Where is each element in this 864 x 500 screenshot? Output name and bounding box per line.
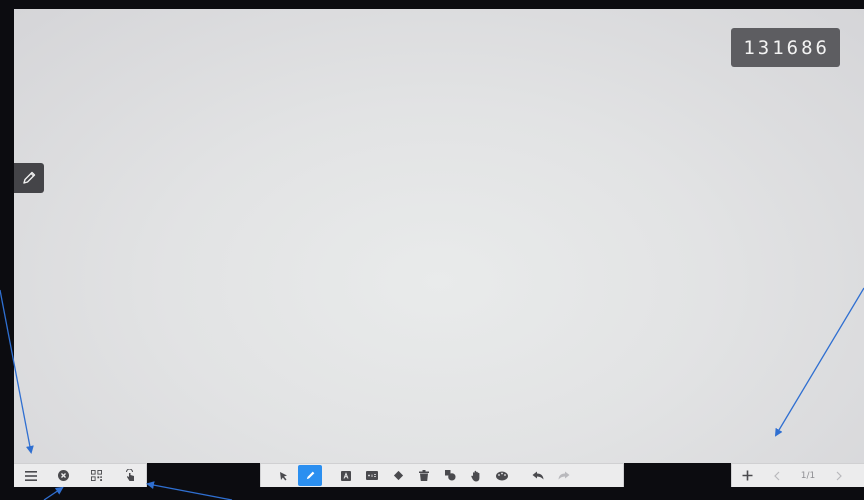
trash-icon (419, 470, 429, 481)
whiteboard-canvas[interactable]: 131686 (14, 9, 864, 463)
pan-tool-button[interactable] (463, 464, 489, 487)
pen-tool-button[interactable] (298, 465, 322, 486)
add-page-button[interactable] (732, 464, 762, 487)
arrow-to-touch (146, 481, 233, 500)
previous-page-button[interactable] (762, 464, 792, 487)
delete-tool-button[interactable] (411, 464, 437, 487)
pencil-icon (23, 171, 36, 184)
close-button[interactable] (47, 464, 80, 487)
screen-frame: 131686 1/1 (0, 0, 864, 500)
palette-icon (496, 471, 508, 480)
left-toolbar (14, 463, 147, 487)
page-indicator: 1/1 (800, 470, 816, 481)
close-circle-icon (58, 470, 69, 481)
touch-button[interactable] (113, 464, 146, 487)
hand-icon (471, 470, 480, 481)
select-tool-button[interactable] (271, 464, 297, 487)
text-box-icon (341, 470, 351, 481)
redo-button[interactable] (551, 464, 577, 487)
shapes-tool-button[interactable] (437, 464, 463, 487)
page-toolbar: 1/1 (731, 463, 864, 487)
drawing-toolbar (260, 463, 624, 487)
menu-button[interactable] (14, 464, 47, 487)
arrow-to-left-bottom (43, 486, 64, 500)
room-code-badge: 131686 (731, 28, 840, 67)
formula-icon (366, 471, 378, 480)
qr-code-button[interactable] (80, 464, 113, 487)
text-tool-button[interactable] (333, 464, 359, 487)
pen-icon (306, 471, 314, 480)
palette-tool-button[interactable] (489, 464, 515, 487)
hamburger-menu-icon (24, 470, 37, 481)
eraser-tool-button[interactable] (385, 464, 411, 487)
undo-button[interactable] (525, 464, 551, 487)
chevron-right-icon (836, 471, 842, 480)
qr-code-icon (91, 470, 102, 481)
next-page-button[interactable] (824, 464, 854, 487)
eraser-icon (393, 470, 403, 481)
touch-hand-icon (125, 469, 134, 481)
cursor-arrow-icon (280, 471, 287, 480)
chevron-left-icon (774, 471, 780, 480)
side-pen-button[interactable] (14, 163, 44, 193)
formula-tool-button[interactable] (359, 464, 385, 487)
undo-icon (532, 471, 544, 480)
shapes-icon (444, 470, 456, 481)
redo-icon (558, 471, 570, 480)
plus-icon (742, 470, 752, 481)
